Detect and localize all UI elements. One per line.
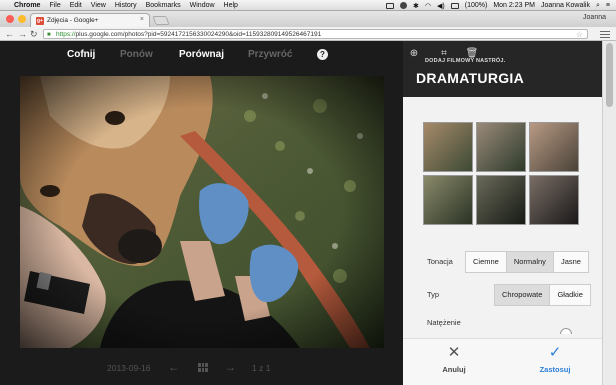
bluetooth-icon[interactable]: ✱ [413, 2, 419, 10]
photo-counter: 1 z 1 [252, 363, 271, 373]
panel-title: DRAMATURGIA [416, 70, 525, 86]
close-tab-icon[interactable]: × [140, 16, 144, 23]
menu-bookmarks[interactable]: Bookmarks [146, 2, 181, 9]
tone-option-normal[interactable]: Normalny [506, 252, 554, 272]
tone-option-dark[interactable]: Ciemne [466, 252, 507, 272]
checkmark-icon: ✓ [548, 344, 562, 361]
back-arrow-icon[interactable]: ← [5, 28, 14, 40]
preset-thumbnail[interactable] [476, 175, 526, 225]
zoom-icon[interactable]: ⊕ [407, 47, 421, 61]
strength-slider-knob[interactable] [560, 328, 572, 334]
browser-tab[interactable]: g+ Zdjęcia - Google+ × [30, 13, 150, 27]
menu-app[interactable]: Chrome [14, 2, 40, 9]
panel-scrollbar[interactable] [602, 41, 616, 385]
editor-footer: 2013-09-16 ← → 1 z 1 [0, 359, 403, 379]
reload-icon[interactable]: ↻ [30, 28, 38, 40]
revert-button[interactable]: Przywróć [248, 49, 292, 60]
photo-editor: Cofnij Ponów Porównaj Przywróć ? 2013-09… [0, 41, 616, 385]
preset-thumbnail[interactable] [529, 122, 579, 172]
preset-thumbnail[interactable] [476, 122, 526, 172]
type-option-smooth[interactable]: Gładkie [550, 285, 589, 305]
undo-button[interactable]: Cofnij [67, 49, 95, 60]
clock[interactable]: Mon 2:23 PM [493, 2, 535, 9]
macos-menubar: Chrome File Edit View History Bookmarks … [0, 0, 616, 11]
preset-thumbnail[interactable] [423, 175, 473, 225]
cancel-button[interactable]: ✕ Anuluj [429, 344, 479, 375]
panel-header: ⊕ ⌗ 🗑 DODAJ FILMOWY NASTRÓJ. DRAMATURGIA [403, 41, 602, 97]
wifi-icon[interactable]: ◠ [425, 2, 431, 10]
next-photo-icon[interactable]: → [224, 360, 236, 374]
menubar-status: ✱ ◠ ◀) (100%) Mon 2:23 PM Joanna Kowalik… [386, 0, 610, 11]
volume-icon[interactable]: ◀) [437, 2, 445, 10]
edited-photo[interactable] [20, 76, 384, 348]
notifications-icon[interactable]: ≡ [606, 2, 610, 9]
photo-dog-shoes-illustration [20, 76, 384, 348]
menubar-user[interactable]: Joanna Kowalik [541, 2, 590, 9]
menu-edit[interactable]: Edit [70, 2, 82, 9]
preset-thumbnail[interactable] [529, 175, 579, 225]
spotlight-icon[interactable]: ⌕ [596, 2, 600, 10]
browser-tabbar: g+ Zdjęcia - Google+ × Joanna [0, 11, 616, 27]
menu-history[interactable]: History [115, 2, 137, 9]
address-bar[interactable]: ■ https://plus.google.com/photos?pid=592… [43, 29, 588, 39]
close-window-button[interactable] [6, 15, 14, 23]
chrome-profile-name[interactable]: Joanna [583, 14, 606, 21]
strength-label: Natężenie [427, 318, 461, 327]
lock-icon: ■ [47, 32, 51, 38]
battery-percent: (100%) [464, 2, 488, 9]
panel-action-bar: ✕ Anuluj ✓ Zastosuj [403, 338, 602, 385]
tab-title: Zdjęcia - Google+ [47, 17, 99, 24]
redo-button[interactable]: Ponów [120, 49, 153, 60]
google-plus-favicon: g+ [36, 17, 44, 25]
menu-file[interactable]: File [49, 2, 60, 9]
url-scheme: https:// [56, 31, 76, 38]
help-icon[interactable]: ? [317, 49, 328, 60]
browser-toolbar: ← → ↻ ■ https://plus.google.com/photos?p… [0, 27, 616, 41]
status-clock-icon[interactable] [400, 2, 408, 9]
apply-button[interactable]: ✓ Zastosuj [530, 344, 580, 375]
bookmark-star-icon[interactable]: ☆ [576, 30, 583, 39]
scrollbar-thumb[interactable] [606, 43, 613, 107]
tone-option-light[interactable]: Jasne [554, 252, 588, 272]
battery-icon[interactable] [450, 2, 459, 9]
drama-filter-panel: ⊕ ⌗ 🗑 DODAJ FILMOWY NASTRÓJ. DRAMATURGIA… [403, 41, 602, 385]
url-text: plus.google.com/photos?pid=5924172156330… [75, 31, 322, 38]
new-tab-button[interactable] [152, 16, 170, 25]
menu-window[interactable]: Window [190, 2, 215, 9]
tone-label: Tonacja [427, 257, 453, 266]
preset-thumbnail[interactable] [423, 122, 473, 172]
menu-view[interactable]: View [91, 2, 106, 9]
tone-selector: Ciemne Normalny Jasne [465, 251, 589, 273]
status-app-icon[interactable] [386, 2, 395, 9]
editor-toolbar: Cofnij Ponów Porównaj Przywróć ? [0, 41, 403, 69]
previous-photo-icon[interactable]: ← [168, 360, 180, 374]
menu-help[interactable]: Help [224, 2, 238, 9]
forward-arrow-icon[interactable]: → [18, 28, 27, 40]
minimize-window-button[interactable] [18, 15, 26, 23]
chrome-menu-icon[interactable] [600, 29, 610, 39]
compare-button[interactable]: Porównaj [179, 49, 224, 60]
type-label: Typ [427, 290, 440, 299]
type-option-rough[interactable]: Chropowate [495, 285, 551, 305]
tool-caption: DODAJ FILMOWY NASTRÓJ. [425, 58, 506, 64]
close-icon: ✕ [447, 344, 461, 361]
grid-view-icon[interactable] [198, 363, 208, 372]
cancel-label: Anuluj [442, 365, 466, 374]
apply-label: Zastosuj [539, 365, 571, 374]
preset-thumbnails [423, 122, 579, 225]
type-selector: Chropowate Gładkie [494, 284, 591, 306]
photo-date: 2013-09-16 [107, 363, 151, 373]
